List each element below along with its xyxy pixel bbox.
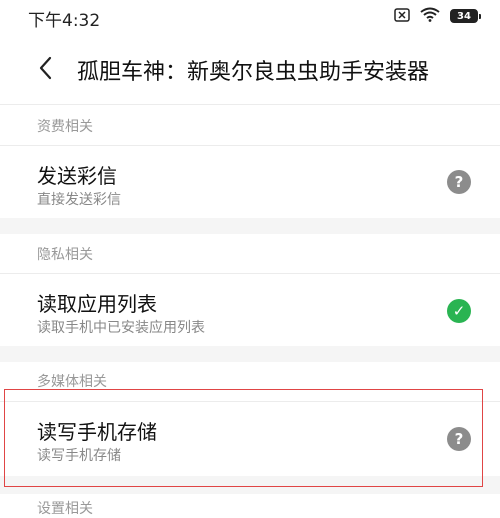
status-time: 下午4:32: [28, 11, 101, 31]
perm-desc: 直接发送彩信: [37, 192, 121, 208]
section-header-privacy: 隐私相关: [37, 247, 93, 263]
header-divider: [0, 104, 500, 105]
perm-title: 读写手机存储: [37, 420, 157, 444]
perm-item-read-app-list[interactable]: 读取应用列表 读取手机中已安装应用列表 ✓: [0, 274, 500, 346]
section-header-multimedia: 多媒体相关: [37, 374, 107, 390]
title-bar: 孤胆车神：新奥尔良虫虫助手安装器: [0, 48, 500, 92]
page-title: 孤胆车神：新奥尔良虫虫助手安装器: [77, 60, 430, 85]
perm-title: 读取应用列表: [37, 292, 157, 316]
wifi-icon: [420, 7, 440, 26]
section-gap: [0, 476, 500, 494]
back-button[interactable]: [30, 52, 60, 88]
status-bar: 下午4:32 34: [0, 0, 500, 34]
battery-level: 34: [457, 10, 471, 22]
section-gap: [0, 218, 500, 234]
section-gap: [0, 346, 500, 362]
perm-title: 发送彩信: [37, 164, 117, 188]
question-icon[interactable]: ?: [447, 427, 471, 451]
perm-item-send-mms[interactable]: 发送彩信 直接发送彩信 ?: [0, 146, 500, 218]
section-header-fees: 资费相关: [37, 119, 93, 135]
sim-x-icon: [394, 7, 410, 26]
checkmark-icon[interactable]: ✓: [447, 299, 471, 323]
question-icon[interactable]: ?: [447, 170, 471, 194]
perm-desc: 读取手机中已安装应用列表: [37, 320, 205, 336]
status-icons: 34: [394, 7, 481, 26]
battery-icon: 34: [450, 9, 481, 23]
perm-desc: 读写手机存储: [37, 448, 121, 464]
section-header-settings: 设置相关: [37, 501, 93, 517]
perm-item-read-write-storage[interactable]: 读写手机存储 读写手机存储 ?: [0, 402, 500, 476]
chevron-left-icon: [38, 56, 52, 84]
